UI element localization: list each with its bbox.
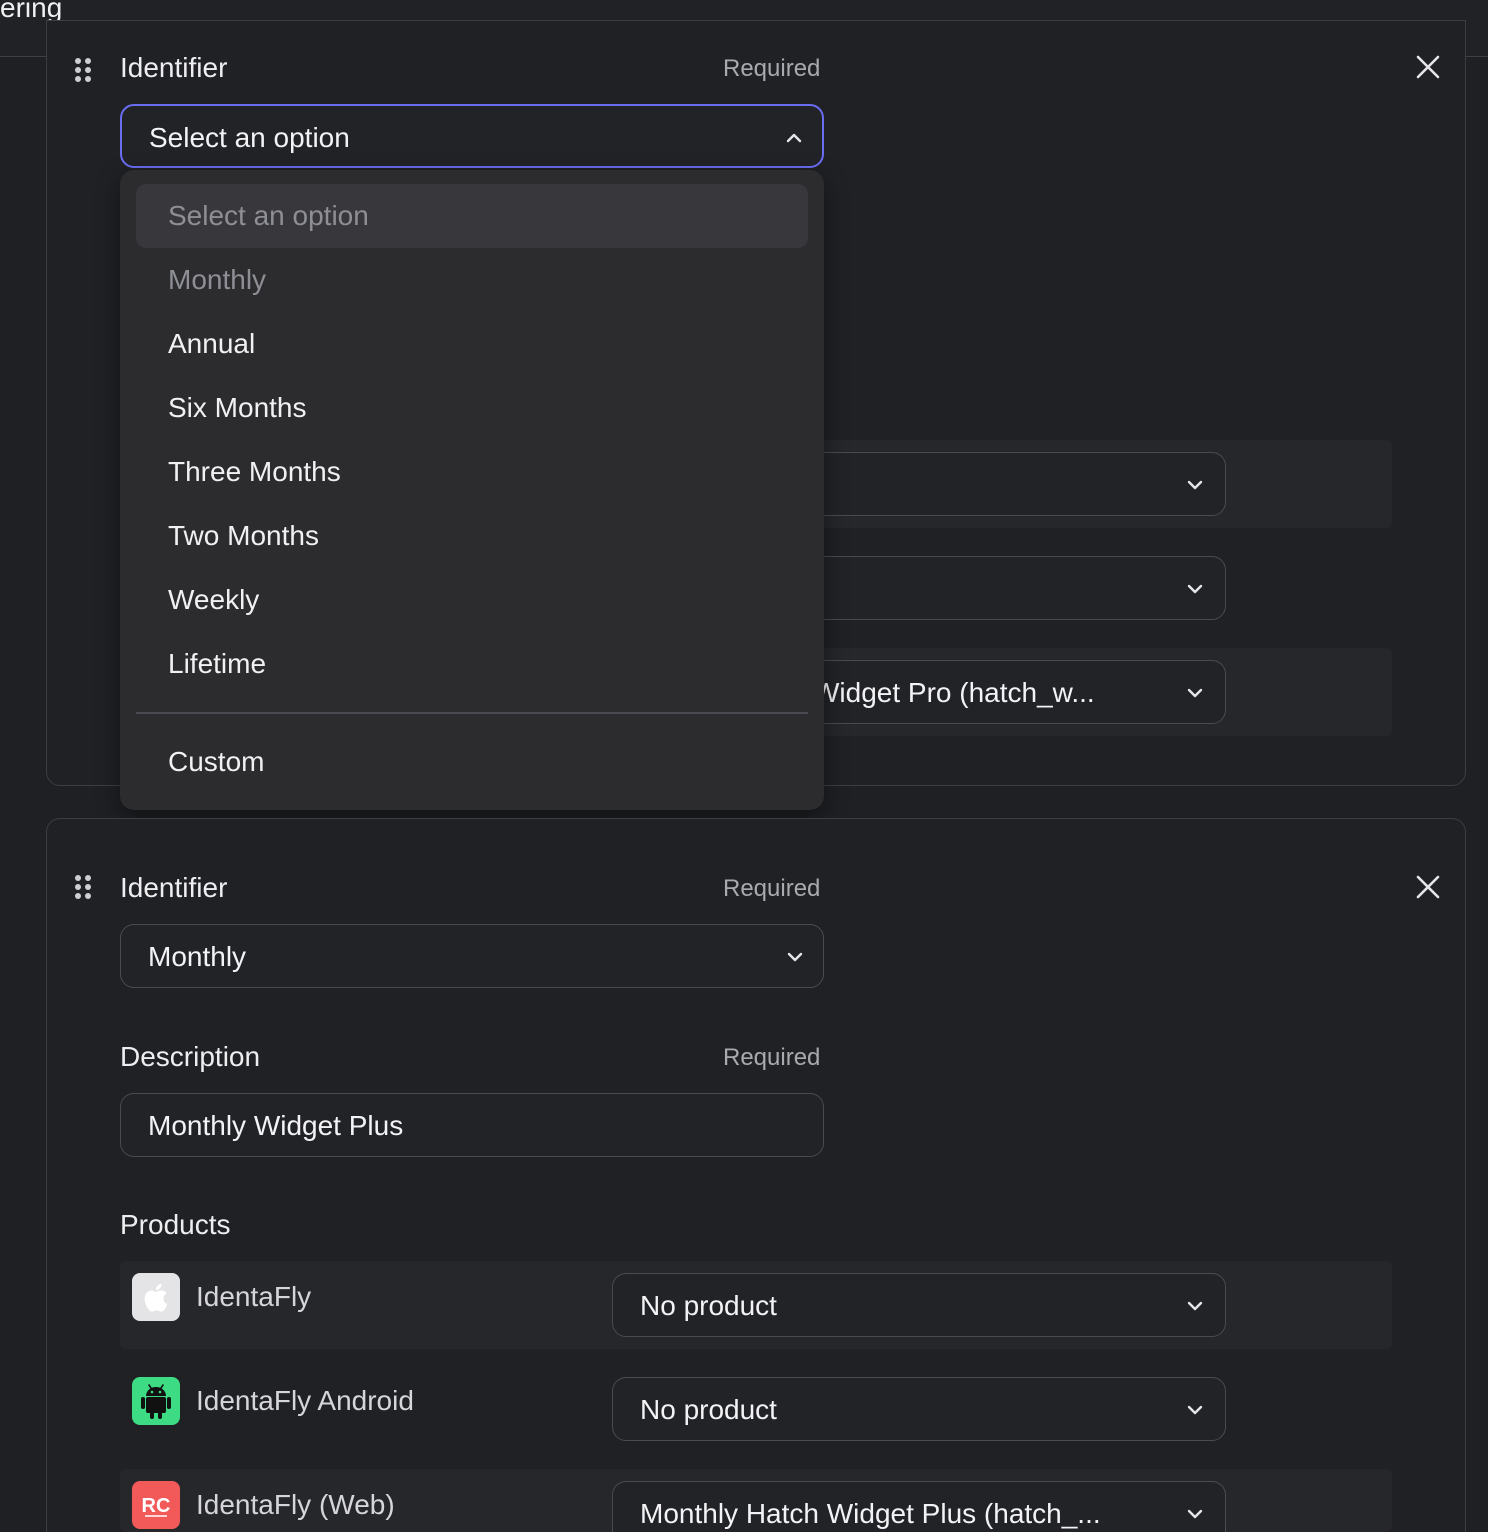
option-custom[interactable]: Custom [136, 730, 808, 794]
revenuecat-icon: RC [132, 1481, 180, 1529]
option-three-months[interactable]: Three Months [136, 440, 808, 504]
product-row-ios: IdentaFly No product [120, 1261, 1392, 1349]
identifier-select[interactable]: Select an option [120, 104, 824, 168]
chevron-down-icon [787, 952, 803, 962]
option-monthly: Monthly [168, 264, 267, 295]
required-tag: Required [723, 1044, 821, 1071]
option-lifetime[interactable]: Lifetime [136, 632, 808, 696]
product-select[interactable]: No product [612, 1377, 1226, 1441]
required-tag: Required [723, 875, 821, 902]
option-weekly[interactable]: Weekly [136, 568, 808, 632]
product-row-web: RC IdentaFly (Web) Monthly Hatch Widget … [120, 1469, 1392, 1532]
identifier-dropdown-menu: Select an option Monthly Annual Six Mont… [120, 170, 824, 810]
android-icon [132, 1377, 180, 1425]
close-icon[interactable] [1414, 873, 1442, 901]
product-select[interactable]: No product [612, 1273, 1226, 1337]
required-tag: Required [723, 55, 821, 82]
identifier-select[interactable]: Monthly [120, 924, 824, 988]
product-app-name: IdentaFly Android [196, 1385, 414, 1416]
description-label: Description [120, 1041, 261, 1072]
drag-handle-icon[interactable] [75, 58, 93, 84]
close-icon[interactable] [1414, 53, 1442, 81]
drag-handle-icon[interactable] [75, 875, 93, 901]
chevron-down-icon [1187, 1301, 1203, 1311]
chevron-down-icon [1187, 1405, 1203, 1415]
dropdown-divider [136, 712, 808, 714]
option-two-months[interactable]: Two Months [136, 504, 808, 568]
product-select[interactable]: Monthly Hatch Widget Plus (hatch_... [612, 1481, 1226, 1532]
description-input[interactable]: Monthly Widget Plus [120, 1093, 824, 1157]
identifier-label: Identifier [120, 872, 228, 903]
option-six-months[interactable]: Six Months [136, 376, 808, 440]
products-label: Products [120, 1209, 231, 1240]
product-app-name: IdentaFly [196, 1281, 312, 1312]
chevron-up-icon [786, 133, 802, 143]
identifier-label: Identifier [120, 52, 228, 83]
product-app-name: IdentaFly (Web) [196, 1489, 395, 1520]
chevron-down-icon [1187, 480, 1203, 490]
chevron-down-icon [1187, 688, 1203, 698]
option-annual[interactable]: Annual [136, 312, 808, 376]
option-placeholder[interactable]: Select an option [136, 184, 808, 248]
apple-icon [132, 1273, 180, 1321]
svg-text:RC: RC [142, 1495, 171, 1517]
chevron-down-icon [1187, 584, 1203, 594]
chevron-down-icon [1187, 1509, 1203, 1519]
product-row-android: IdentaFly Android No product [120, 1365, 1392, 1453]
